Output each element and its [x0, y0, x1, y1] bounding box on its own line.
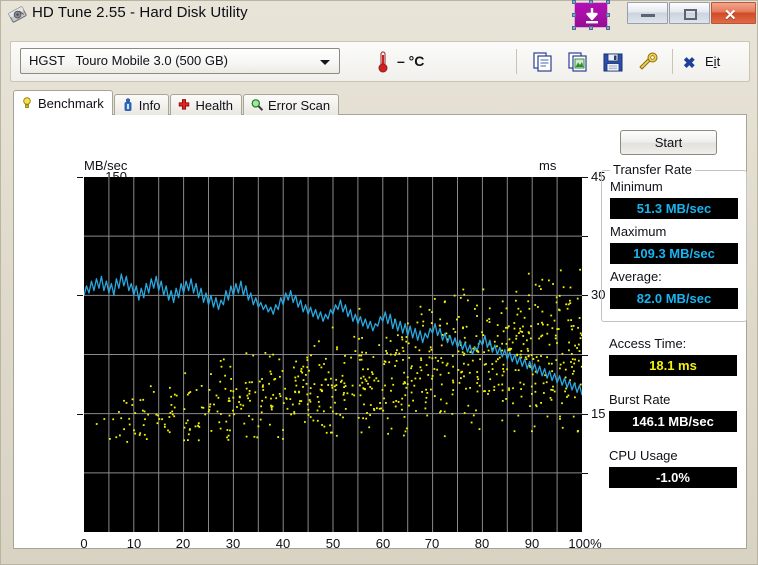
results-panel: Start Transfer Rate Minimum 51.3 MB/sec … — [599, 115, 749, 550]
selection-handle[interactable] — [589, 0, 593, 4]
tab-benchmark-label: Benchmark — [38, 95, 104, 111]
x-tick: 20 — [175, 536, 191, 551]
selection-handle[interactable] — [606, 0, 610, 4]
tab-error-scan-label: Error Scan — [268, 97, 331, 113]
x-tick: 40 — [275, 536, 291, 551]
cpu-usage-label: CPU Usage — [609, 448, 678, 463]
toolbar-separator — [672, 49, 673, 74]
tab-info-label: Info — [138, 97, 161, 113]
tab-health-label: Health — [195, 97, 234, 113]
x-tick: 60 — [375, 536, 391, 551]
y-tick-mark-left — [77, 295, 83, 296]
toolbar: HGST Touro Mobile 3.0 (500 GB) – °C ✖ Ei… — [10, 41, 750, 82]
selection-handle[interactable] — [572, 26, 576, 30]
start-button[interactable]: Start — [620, 130, 717, 155]
plot-canvas — [84, 177, 582, 532]
maximize-button[interactable] — [669, 2, 710, 24]
x-tick: 70 — [424, 536, 440, 551]
access-time-value: 18.1 ms — [609, 355, 737, 376]
average-value: 82.0 MB/sec — [610, 288, 738, 309]
magnifier-icon — [250, 98, 264, 112]
x-tick: 90 — [524, 536, 540, 551]
transfer-rate-group: Transfer Rate Minimum 51.3 MB/sec Maximu… — [601, 162, 747, 322]
cpu-usage-value: -1.0% — [609, 467, 737, 488]
y-tick-mark-right-minor — [582, 236, 588, 237]
tab-health[interactable]: Health — [170, 94, 243, 115]
selection-handle[interactable] — [572, 0, 576, 4]
minimum-label: Minimum — [610, 179, 663, 194]
selection-handle[interactable] — [589, 26, 593, 30]
selection-handle[interactable] — [572, 13, 576, 17]
x-tick: 0 — [80, 536, 88, 551]
hard-disk-icon — [8, 5, 27, 24]
temperature-value: – °C — [397, 53, 425, 69]
burst-rate-value: 146.1 MB/sec — [609, 411, 737, 432]
thermometer-icon — [376, 50, 390, 79]
benchmark-panel: MB/sec ms 150 100 50 45 30 15 0 — [13, 114, 749, 551]
y-tick-mark-right — [582, 177, 588, 178]
y-tick-mark-left — [77, 177, 83, 178]
exit-button[interactable]: Eit — [705, 54, 720, 69]
benchmark-chart: MB/sec ms 150 100 50 45 30 15 0 — [43, 140, 605, 551]
selection-handle[interactable] — [606, 13, 610, 17]
exit-accel: i — [713, 54, 717, 69]
maximize-icon — [684, 9, 697, 20]
drive-select[interactable]: HGST Touro Mobile 3.0 (500 GB) — [20, 48, 340, 74]
maximum-value: 109.3 MB/sec — [610, 243, 738, 264]
x-icon[interactable]: ✖ — [683, 54, 696, 72]
floppy-save-icon[interactable] — [602, 51, 624, 73]
drive-select-value: HGST Touro Mobile 3.0 (500 GB) — [29, 53, 228, 68]
y-axis-unit-right: ms — [539, 158, 557, 173]
x-tick: 10 — [126, 536, 142, 551]
tab-benchmark[interactable]: Benchmark — [13, 90, 113, 115]
toolbar-separator — [516, 49, 517, 74]
x-tick: 100% — [568, 536, 602, 551]
average-label: Average: — [610, 269, 662, 284]
window-title: HD Tune 2.55 - Hard Disk Utility — [32, 4, 248, 21]
title-bar: HD Tune 2.55 - Hard Disk Utility ✕ — [1, 0, 758, 30]
access-time-label: Access Time: — [609, 336, 687, 351]
x-tick: 80 — [474, 536, 490, 551]
tools-icon[interactable] — [637, 51, 659, 73]
tab-bar: Benchmark Info Health Error Scan — [13, 90, 340, 115]
tab-info[interactable]: Info — [113, 94, 170, 115]
minimize-icon — [641, 14, 655, 17]
info-icon — [121, 98, 135, 112]
y-tick-mark-right — [582, 295, 588, 296]
red-cross-icon — [177, 98, 191, 112]
y-tick-mark-right-minor — [582, 355, 588, 356]
download-badge-icon[interactable] — [572, 0, 610, 30]
burst-rate-label: Burst Rate — [609, 392, 671, 407]
benchmark-plot — [84, 177, 582, 532]
lightbulb-icon — [20, 96, 34, 110]
y-tick-mark-left — [77, 414, 83, 415]
copy-image-icon[interactable] — [567, 51, 589, 73]
hd-tune-window: HD Tune 2.55 - Hard Disk Utility ✕ HGST … — [0, 0, 758, 565]
close-icon: ✕ — [724, 7, 737, 24]
copy-icon[interactable] — [532, 51, 554, 73]
y-tick-mark-right — [582, 414, 588, 415]
minimize-button[interactable] — [627, 2, 668, 24]
transfer-rate-legend: Transfer Rate — [610, 162, 695, 177]
maximum-label: Maximum — [610, 224, 667, 239]
selection-handle[interactable] — [606, 26, 610, 30]
window-controls: ✕ — [627, 2, 757, 25]
y-tick-mark-right-minor — [582, 473, 588, 474]
x-tick: 30 — [225, 536, 241, 551]
x-tick: 50 — [325, 536, 341, 551]
chevron-down-icon — [320, 60, 330, 65]
minimum-value: 51.3 MB/sec — [610, 198, 738, 219]
tab-error-scan[interactable]: Error Scan — [243, 94, 340, 115]
close-button[interactable]: ✕ — [711, 2, 756, 24]
